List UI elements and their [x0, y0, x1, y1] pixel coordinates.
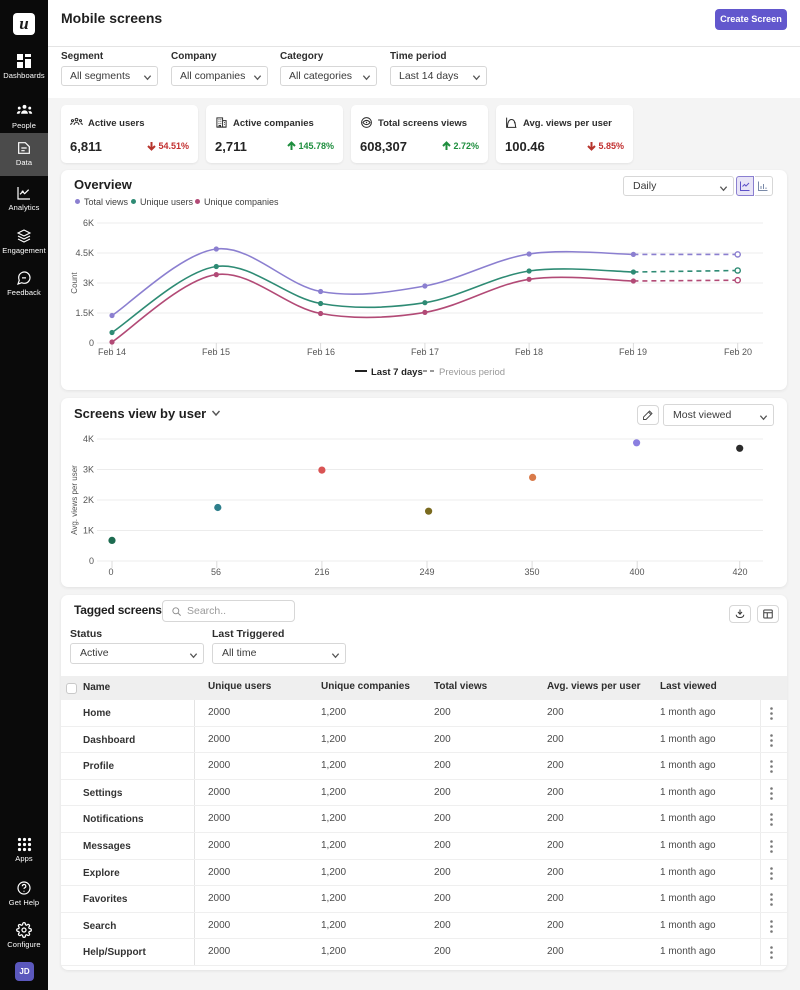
svg-text:Feb 17: Feb 17	[411, 347, 439, 357]
svg-text:Avg. views per user: Avg. views per user	[70, 465, 79, 535]
svg-text:216: 216	[314, 567, 329, 577]
svg-text:Feb 16: Feb 16	[307, 347, 335, 357]
svg-text:Feb 19: Feb 19	[619, 347, 647, 357]
svg-text:Count: Count	[70, 272, 79, 294]
svg-text:0: 0	[89, 338, 94, 348]
svg-text:Feb 15: Feb 15	[202, 347, 230, 357]
svg-text:56: 56	[211, 567, 221, 577]
svg-text:4K: 4K	[83, 434, 94, 444]
svg-text:420: 420	[732, 567, 747, 577]
svg-text:2K: 2K	[83, 495, 94, 505]
svg-text:350: 350	[524, 567, 539, 577]
svg-text:4.5K: 4.5K	[75, 248, 94, 258]
svg-text:1.5K: 1.5K	[75, 308, 94, 318]
svg-text:3K: 3K	[83, 465, 94, 475]
svg-text:3K: 3K	[83, 278, 94, 288]
svg-text:Feb 18: Feb 18	[515, 347, 543, 357]
svg-text:400: 400	[629, 567, 644, 577]
svg-text:Last 7 days: Last 7 days	[371, 367, 423, 378]
svg-text:6K: 6K	[83, 218, 94, 228]
svg-text:Feb 14: Feb 14	[98, 347, 126, 357]
svg-text:Previous period: Previous period	[439, 367, 505, 378]
svg-text:Feb 20: Feb 20	[724, 347, 752, 357]
svg-text:1K: 1K	[83, 526, 94, 536]
svg-text:0: 0	[108, 567, 113, 577]
svg-text:0: 0	[89, 556, 94, 566]
svg-text:249: 249	[419, 567, 434, 577]
